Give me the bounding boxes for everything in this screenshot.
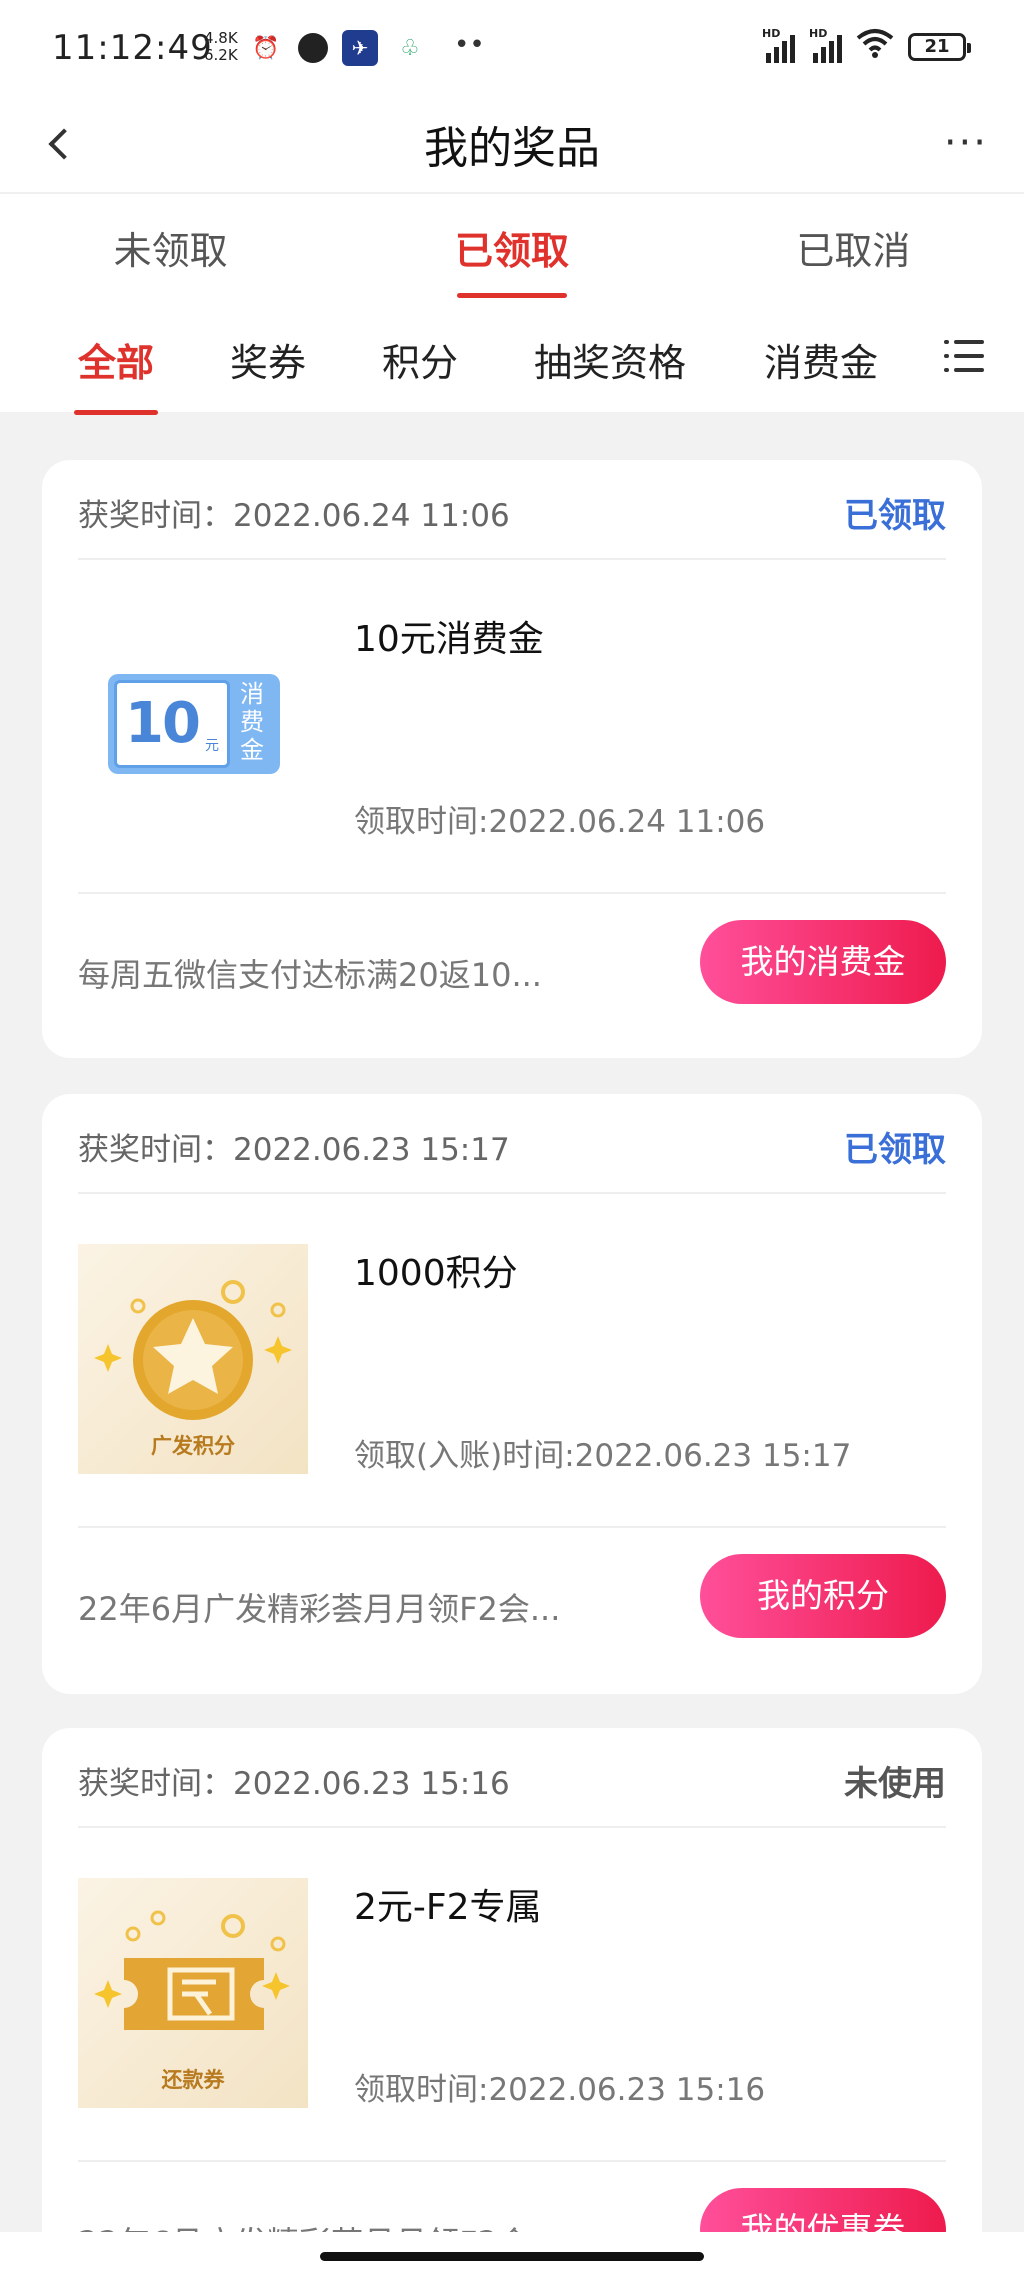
tab-claimed[interactable]: 已领取 <box>341 194 682 304</box>
tab-points[interactable]: 积分 <box>382 332 458 387</box>
app-dot-icon <box>298 33 328 63</box>
card-header: 获奖时间：2022.06.24 11:06 已领取 <box>78 460 946 560</box>
prize-description: 22年6月广发精彩荟月月领F2会... <box>78 1590 561 1628</box>
tab-all[interactable]: 全部 <box>73 332 159 415</box>
card-header: 获奖时间：2022.06.23 15:17 已领取 <box>78 1094 946 1194</box>
signal-icon-2: HD <box>809 27 842 63</box>
win-time: 获奖时间：2022.06.23 15:16 <box>78 1766 510 1802</box>
home-indicator[interactable] <box>320 2252 704 2261</box>
status-bar: 11:12:49 4.8K 6.2K ⏰ ✈ ♧ •• HD HD 21 <box>0 0 1024 96</box>
signal-hd-label: HD <box>762 27 781 40</box>
win-time: 获奖时间：2022.06.23 15:17 <box>78 1132 510 1168</box>
claim-time: 领取(入账)时间:2022.06.23 15:17 <box>354 1438 852 1474</box>
voucher-icon: 10 元 消费金 <box>108 674 280 774</box>
more-menu-button[interactable]: ··· <box>944 120 988 166</box>
win-time: 获奖时间：2022.06.24 11:06 <box>78 498 510 534</box>
more-notifications-icon: •• <box>454 30 485 60</box>
thumbnail-caption: 广发积分 <box>151 1434 235 1458</box>
prize-card[interactable]: 获奖时间：2022.06.24 11:06 已领取 10 元 消费金 10元消费… <box>42 460 982 1058</box>
thumbnail-caption: 还款券 <box>161 2068 225 2092</box>
voucher-amount: 10 <box>125 691 201 756</box>
tab-consumption-credit[interactable]: 消费金 <box>764 332 878 387</box>
status-badge: 未使用 <box>844 1764 946 1804</box>
prize-name: 1000积分 <box>354 1253 518 1294</box>
divider <box>78 1526 946 1528</box>
list-menu-icon[interactable] <box>944 338 984 374</box>
tab-coupons[interactable]: 奖券 <box>230 332 306 387</box>
prize-description: 每周五微信支付达标满20返10... <box>78 956 542 994</box>
voucher-unit: 元 <box>205 738 219 754</box>
app-logo-icon: ✈ <box>342 30 378 66</box>
wifi-icon <box>856 28 894 66</box>
notification-icons: ⏰ ✈ ♧ <box>248 30 428 66</box>
prize-name: 2元-F2专属 <box>354 1887 542 1928</box>
prize-name: 10元消费金 <box>354 619 544 660</box>
voucher-side-text: 消费金 <box>240 680 264 764</box>
status-time: 11:12:49 <box>52 28 213 68</box>
page-title: 我的奖品 <box>424 123 600 174</box>
tab-lottery[interactable]: 抽奖资格 <box>534 332 686 387</box>
my-points-button[interactable]: 我的积分 <box>700 1554 946 1638</box>
upload-speed: 4.8K <box>204 29 238 47</box>
app-leaf-icon: ♧ <box>400 35 420 61</box>
network-speed: 4.8K 6.2K <box>204 30 238 64</box>
divider <box>78 2160 946 2162</box>
tab-cancelled[interactable]: 已取消 <box>683 194 1024 304</box>
card-header: 获奖时间：2022.06.23 15:16 未使用 <box>78 1728 946 1828</box>
claim-time: 领取时间:2022.06.24 11:06 <box>354 804 766 840</box>
prize-card[interactable]: 获奖时间：2022.06.23 15:17 已领取 广发积分 1000积分 领取… <box>42 1094 982 1694</box>
signal-icon: HD <box>762 27 795 63</box>
divider <box>78 892 946 894</box>
consumption-credit-thumbnail: 10 元 消费金 <box>78 610 308 840</box>
status-tabs: 未领取 已领取 已取消 <box>0 192 1024 304</box>
battery-icon: 21 <box>908 33 971 61</box>
status-badge: 已领取 <box>844 1130 946 1170</box>
alarm-icon: ⏰ <box>252 35 280 61</box>
download-speed: 6.2K <box>204 46 238 64</box>
my-consumption-credit-button[interactable]: 我的消费金 <box>700 920 946 1004</box>
nav-bar: 我的奖品 ··· <box>0 96 1024 192</box>
claim-time: 领取时间:2022.06.23 15:16 <box>354 2072 766 2108</box>
points-thumbnail: 广发积分 <box>78 1244 308 1474</box>
status-badge: 已领取 <box>844 496 946 536</box>
type-tabs: 全部 奖券 积分 抽奖资格 消费金 <box>0 304 1024 415</box>
repayment-coupon-thumbnail: 还款券 <box>78 1878 308 2108</box>
signal-hd-label-2: HD <box>809 27 828 40</box>
prize-card[interactable]: 获奖时间：2022.06.23 15:16 未使用 还款券 2元-F2专属 领取… <box>42 1728 982 2276</box>
tab-unclaimed[interactable]: 未领取 <box>0 194 341 304</box>
